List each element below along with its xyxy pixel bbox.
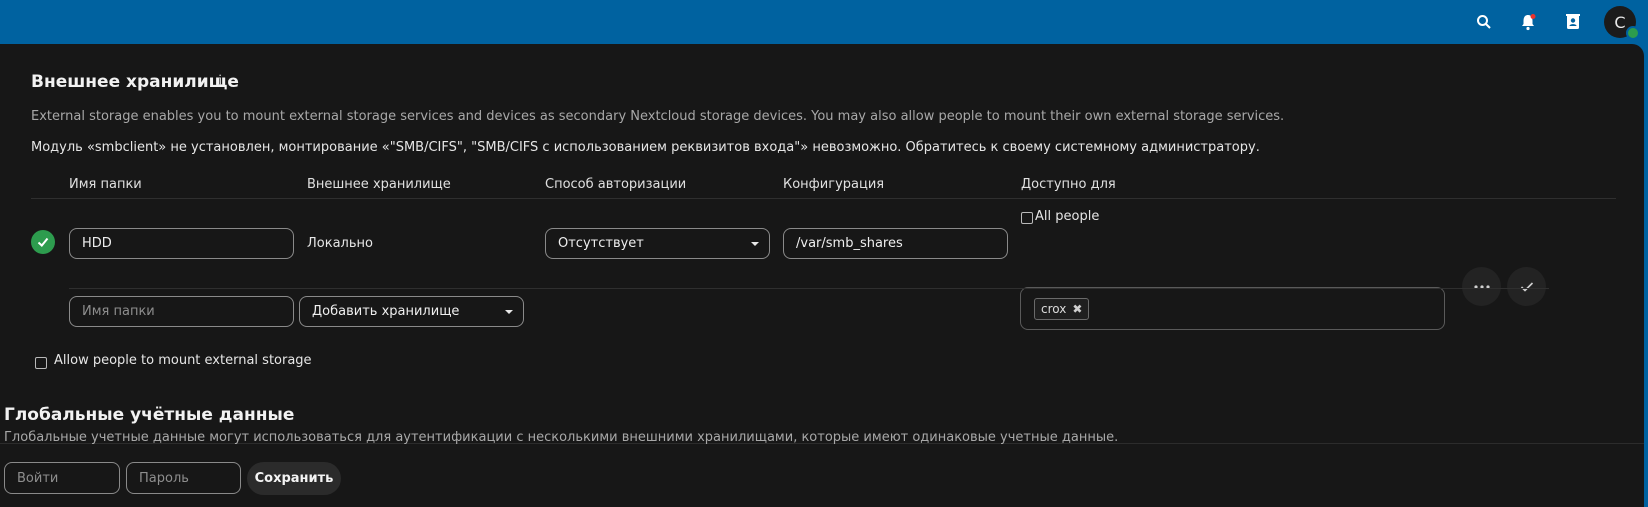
more-actions-button[interactable] bbox=[1462, 267, 1501, 306]
global-credentials-title: Глобальные учётные данные bbox=[4, 405, 295, 425]
applicable-users-select[interactable]: crox ✖ bbox=[1020, 287, 1445, 330]
table-header-divider bbox=[31, 198, 1616, 199]
allow-user-mounting-checkbox[interactable] bbox=[35, 357, 47, 369]
column-config: Конфигурация bbox=[783, 177, 885, 192]
folder-name-input[interactable] bbox=[69, 228, 294, 259]
column-applicable: Доступно для bbox=[1021, 177, 1116, 192]
external-storage-description: External storage enables you to mount ex… bbox=[31, 109, 1285, 124]
search-icon[interactable] bbox=[1470, 8, 1498, 36]
chevron-down-icon bbox=[505, 310, 513, 314]
remove-tag-icon[interactable]: ✖ bbox=[1072, 302, 1082, 316]
all-people-label: All people bbox=[1035, 209, 1100, 224]
online-status-icon bbox=[1626, 26, 1640, 40]
settings-panel: Внешнее хранилище i External storage ena… bbox=[0, 44, 1644, 507]
save-mount-button[interactable] bbox=[1507, 267, 1546, 306]
top-header: C bbox=[0, 0, 1648, 44]
auth-select-value: Отсутствует bbox=[558, 236, 644, 251]
config-datadir-input[interactable] bbox=[783, 228, 1008, 259]
auth-select[interactable]: Отсутствует bbox=[545, 228, 770, 259]
all-people-checkbox[interactable] bbox=[1021, 212, 1033, 224]
add-storage-select[interactable]: Добавить хранилище bbox=[299, 296, 524, 327]
status-ok-icon bbox=[31, 230, 55, 254]
row-divider bbox=[69, 288, 1549, 289]
backend-label: Локально bbox=[307, 236, 373, 251]
checkmark-icon bbox=[1520, 281, 1533, 292]
column-external-storage: Внешнее хранилище bbox=[307, 177, 451, 192]
column-auth: Способ авторизации bbox=[545, 177, 687, 192]
column-folder-name: Имя папки bbox=[69, 177, 142, 192]
contacts-icon[interactable] bbox=[1559, 8, 1587, 36]
smbclient-warning: Модуль «smbclient» не установлен, монтир… bbox=[31, 140, 1260, 155]
chevron-down-icon bbox=[751, 242, 759, 246]
applicable-tag-label: crox bbox=[1041, 302, 1067, 316]
user-avatar[interactable]: C bbox=[1604, 6, 1640, 40]
info-icon[interactable]: i bbox=[218, 73, 222, 89]
external-storage-title: Внешнее хранилище bbox=[31, 72, 239, 92]
global-password-input[interactable] bbox=[126, 462, 241, 494]
global-login-input[interactable] bbox=[4, 462, 120, 494]
save-global-credentials-button[interactable]: Сохранить bbox=[247, 462, 341, 495]
add-storage-label: Добавить хранилище bbox=[312, 304, 460, 319]
allow-user-mounting-label: Allow people to mount external storage bbox=[54, 353, 312, 368]
avatar-letter: C bbox=[1614, 12, 1626, 32]
notifications-icon[interactable] bbox=[1514, 8, 1542, 36]
global-credentials-description: Глобальные учетные данные могут использо… bbox=[4, 430, 1119, 445]
new-folder-name-input[interactable] bbox=[69, 296, 294, 327]
applicable-tag: crox ✖ bbox=[1034, 298, 1090, 320]
